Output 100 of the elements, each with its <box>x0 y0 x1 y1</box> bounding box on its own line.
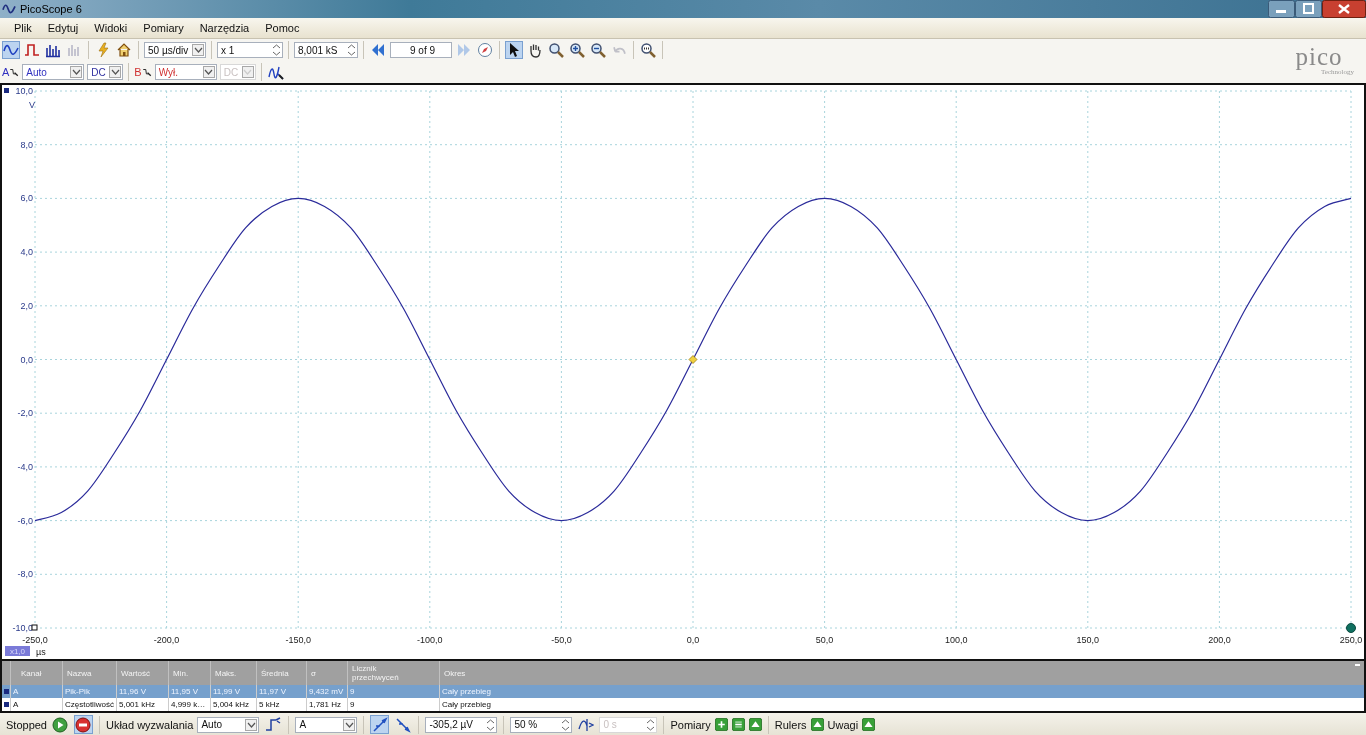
stop-icon <box>75 716 92 733</box>
y-axis-label: 4,0 <box>20 247 33 258</box>
edge-button[interactable] <box>370 715 390 734</box>
x-axis-label: 0,0 <box>686 635 700 645</box>
window-title: PicoScope 6 <box>20 3 82 15</box>
expand-icon[interactable] <box>748 718 762 731</box>
samples-field[interactable]: 8,001 kS <box>294 42 358 58</box>
menu-item[interactable]: Narzędzia <box>191 22 258 34</box>
edge-button[interactable] <box>393 715 413 734</box>
table-cell: 9 <box>350 687 355 696</box>
logo: pico <box>1295 46 1343 68</box>
caret-icon <box>193 47 203 53</box>
menu-item[interactable]: Edytuj <box>39 22 87 34</box>
probe-icon <box>267 64 284 80</box>
run-icon <box>52 716 69 733</box>
view-mode-button[interactable] <box>23 41 41 59</box>
spinner-icon <box>271 43 281 57</box>
rewind-icon <box>370 42 386 58</box>
table-cell: 9 <box>350 700 355 709</box>
spinner-icon <box>346 43 356 57</box>
table-cell: Częstotliwość <box>65 700 114 709</box>
table-cell: 11,96 V <box>119 687 146 696</box>
scroll-handle[interactable] <box>1346 623 1356 633</box>
forward-icon <box>456 42 472 58</box>
probe-icon <box>9 67 20 77</box>
menu-item[interactable]: Widoki <box>86 22 136 34</box>
trigger-icon <box>264 716 281 733</box>
axis-handle[interactable] <box>31 624 38 631</box>
undo-icon <box>612 45 626 55</box>
timebase-dropdown[interactable]: 50 µs/div <box>144 42 206 58</box>
capture-field[interactable]: 9 of 9 <box>390 42 452 58</box>
tool-button[interactable] <box>505 41 523 59</box>
trigger-marker[interactable] <box>688 355 698 364</box>
expand-icon[interactable] <box>862 718 876 731</box>
table-cell: 1,781 Hz <box>309 700 342 709</box>
table-cell: Cały przebieg <box>442 700 491 709</box>
waveform-icon <box>3 42 19 58</box>
status-label: Stopped <box>6 718 47 731</box>
row-marker <box>4 689 9 694</box>
menu-item[interactable]: Plik <box>6 22 40 34</box>
tool-button[interactable] <box>589 41 607 59</box>
restore-button[interactable] <box>1295 0 1322 18</box>
caret-icon <box>71 69 81 75</box>
tool-button[interactable] <box>547 41 565 59</box>
table-cell: 11,95 V <box>171 687 198 696</box>
zoom-out-icon <box>590 42 606 58</box>
spinner-icon <box>560 717 570 732</box>
table-cell: 4,999 k… <box>171 700 206 709</box>
table-cell: 5 kHz <box>259 700 280 709</box>
rising-edge-icon <box>371 716 388 733</box>
zoom-fit-icon <box>640 42 656 58</box>
hand-icon <box>527 42 543 58</box>
tool-button[interactable] <box>568 41 586 59</box>
row-marker <box>4 702 9 707</box>
compass-icon <box>477 42 493 58</box>
x-axis-label: -200,0 <box>153 635 180 645</box>
y-axis-label: 2,0 <box>20 300 33 311</box>
table-cell: 11,99 V <box>213 687 240 696</box>
caret-icon <box>110 69 120 75</box>
trigger-source-dropdown[interactable]: A <box>295 716 358 733</box>
range-dropdown[interactable]: Auto <box>22 64 85 80</box>
threshold-field[interactable]: -305,2 µV <box>425 716 498 733</box>
table-cell: 9,432 mV <box>309 687 344 696</box>
caret-icon <box>344 721 354 728</box>
x-axis-label: 100,0 <box>944 635 968 645</box>
minimize-button[interactable] <box>1268 0 1295 18</box>
coupling-dropdown[interactable]: DC <box>87 64 124 80</box>
close-button[interactable] <box>1322 0 1366 18</box>
y-axis-label: -2,0 <box>17 408 33 419</box>
falling-edge-icon <box>394 716 411 733</box>
trigger-label: Układ wyzwalania <box>106 718 194 731</box>
channel-button[interactable]: A <box>2 66 20 78</box>
menu-item[interactable]: Pomoc <box>257 22 308 34</box>
y-axis-label: 0,0 <box>20 354 33 365</box>
menu-item[interactable]: Pomiary <box>135 22 192 34</box>
bars-icon <box>66 42 82 58</box>
x-axis-label: 150,0 <box>1076 635 1100 645</box>
table-cell: 5,001 kHz <box>119 700 156 709</box>
zoom-icon <box>548 42 564 58</box>
pretrigger-field[interactable]: 50 % <box>510 716 573 733</box>
expand-icon[interactable] <box>810 718 824 731</box>
zoom-field[interactable]: x 1 <box>217 42 283 58</box>
y-axis-label: 8,0 <box>20 139 33 150</box>
y-axis-label: 6,0 <box>20 193 33 204</box>
view-mode-button[interactable] <box>2 41 20 59</box>
table-cell: A <box>13 687 19 696</box>
x-axis-label: 250,0 <box>1339 635 1363 645</box>
list-icon[interactable] <box>731 718 745 731</box>
trigger-mode-dropdown[interactable]: Auto <box>197 716 260 733</box>
y-axis-label: -8,0 <box>17 569 33 580</box>
section-label: Uwagi <box>827 718 859 731</box>
x-axis-label: 50,0 <box>815 635 834 645</box>
x-axis-label: 200,0 <box>1208 635 1231 645</box>
x-unit-label: µs <box>36 647 46 657</box>
y-axis-label: -4,0 <box>17 461 33 472</box>
table-cell: 11,97 V <box>259 687 286 696</box>
y-unit-label: V <box>29 100 35 110</box>
add-icon[interactable] <box>714 718 728 731</box>
y-axis-label: 10,0 <box>15 86 33 96</box>
section-label: Rulers <box>774 718 807 731</box>
